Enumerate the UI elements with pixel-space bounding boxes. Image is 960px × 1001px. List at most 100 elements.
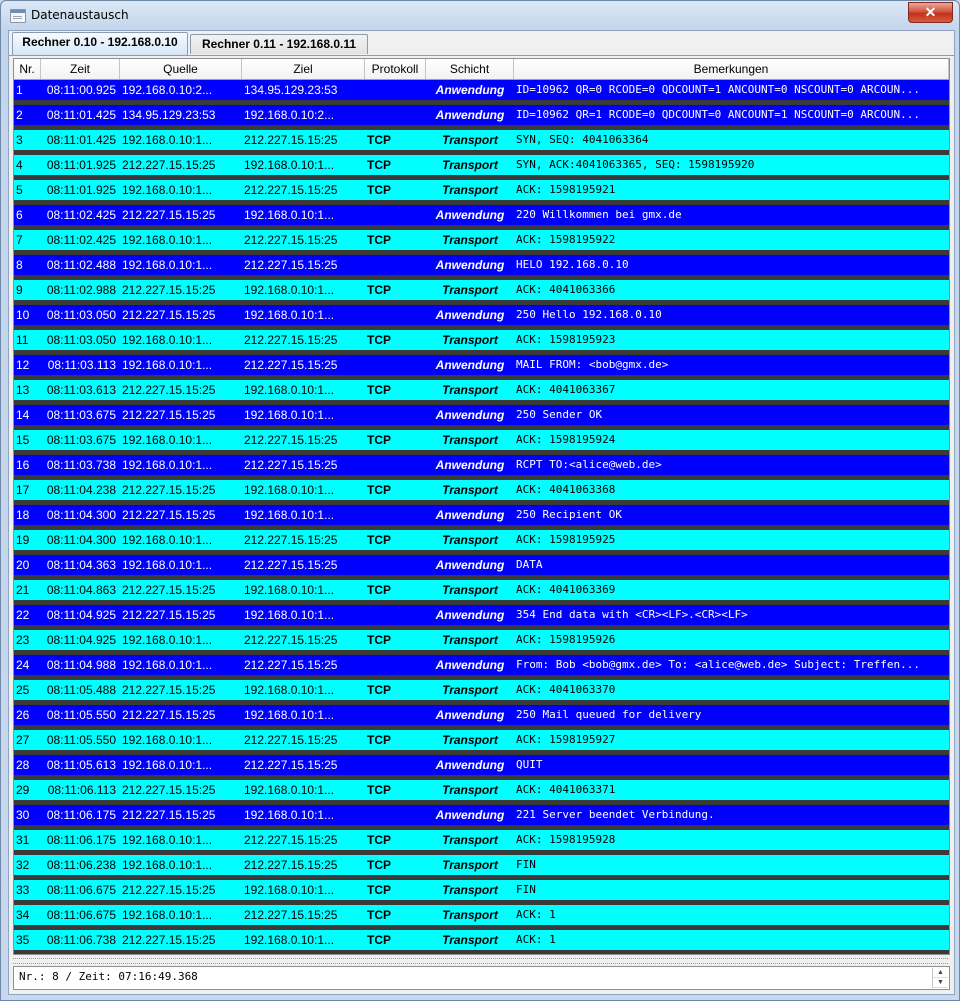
- table-row[interactable]: 12 08:11:03.113 192.168.0.10:1... 212.227.1…: [14, 355, 949, 380]
- table-row[interactable]: 34 08:11:06.675 192.168.0.10:1... 212.227.1…: [14, 905, 949, 930]
- table-row[interactable]: 9 08:11:02.988 212.227.15.15:25 192.168.0.1…: [14, 280, 949, 305]
- cell-bemerkung: ACK: 1598195921: [516, 183, 616, 196]
- cell-nr: 2: [16, 108, 23, 122]
- cell-ziel: 192.168.0.10:1...: [244, 683, 335, 697]
- table-row[interactable]: 29 08:11:06.113 212.227.15.15:25 192.168.0.…: [14, 780, 949, 805]
- table-row[interactable]: 2 08:11:01.425 134.95.129.23:53 192.168.0.1…: [14, 105, 949, 130]
- packet-table: Nr. Zeit Quelle Ziel Protokoll Schicht B…: [13, 58, 950, 955]
- chevron-down-icon[interactable]: ▼: [933, 978, 948, 988]
- cell-bemerkung: ACK: 1598195924: [516, 433, 616, 446]
- table-row[interactable]: 19 08:11:04.300 192.168.0.10:1... 212.227.1…: [14, 530, 949, 555]
- cell-quelle: 212.227.15.15:25: [122, 308, 216, 322]
- cell-zeit: 08:11:03.050: [46, 333, 116, 347]
- column-header-nr[interactable]: Nr.: [14, 59, 41, 79]
- table-row[interactable]: 5 08:11:01.925 192.168.0.10:1... 212.227.15…: [14, 180, 949, 205]
- column-header-schicht[interactable]: Schicht: [426, 59, 514, 79]
- column-header-quelle[interactable]: Quelle: [120, 59, 242, 79]
- table-row[interactable]: 20 08:11:04.363 192.168.0.10:1... 212.227.1…: [14, 555, 949, 580]
- cell-quelle: 192.168.0.10:1...: [122, 183, 213, 197]
- row-band: 17 08:11:04.238 212.227.15.15:25 192.168.0.…: [14, 480, 949, 500]
- table-row[interactable]: 27 08:11:05.550 192.168.0.10:1... 212.227.1…: [14, 730, 949, 755]
- cell-schicht: Transport: [442, 433, 498, 447]
- table-row[interactable]: 17 08:11:04.238 212.227.15.15:25 192.168.0.…: [14, 480, 949, 505]
- cell-bemerkung: ACK: 1598195925: [516, 533, 616, 546]
- cell-nr: 8: [16, 258, 23, 272]
- cell-zeit: 08:11:04.238: [46, 483, 116, 497]
- status-field[interactable]: Nr.: 8 / Zeit: 07:16:49.368 ▲ ▼: [13, 966, 950, 990]
- cell-schicht: Transport: [442, 733, 498, 747]
- tab-rechner-0-10[interactable]: Rechner 0.10 - 192.168.0.10: [12, 32, 188, 55]
- cell-protokoll: [365, 755, 426, 775]
- table-row[interactable]: 11 08:11:03.050 192.168.0.10:1... 212.227.1…: [14, 330, 949, 355]
- cell-protokoll: [365, 255, 426, 275]
- status-spinner[interactable]: ▲ ▼: [932, 968, 948, 988]
- cell-zeit: 08:11:05.550: [46, 708, 116, 722]
- chevron-up-icon[interactable]: ▲: [933, 968, 948, 978]
- table-row[interactable]: 3 08:11:01.425 192.168.0.10:1... 212.227.15…: [14, 130, 949, 155]
- cell-zeit: 08:11:06.675: [46, 908, 116, 922]
- cell-bemerkung: ACK: 4041063367: [516, 383, 616, 396]
- cell-bemerkung: 250 Hello 192.168.0.10: [516, 308, 662, 321]
- cell-bemerkung: ACK: 1: [516, 933, 556, 946]
- cell-quelle: 192.168.0.10:1...: [122, 908, 213, 922]
- table-row[interactable]: 7 08:11:02.425 192.168.0.10:1... 212.227.15…: [14, 230, 949, 255]
- cell-zeit: 08:11:02.425: [46, 233, 116, 247]
- table-row[interactable]: 16 08:11:03.738 192.168.0.10:1... 212.227.1…: [14, 455, 949, 480]
- column-header-bemerkungen[interactable]: Bemerkungen: [514, 59, 949, 79]
- table-row[interactable]: 23 08:11:04.925 192.168.0.10:1... 212.227.1…: [14, 630, 949, 655]
- table-row[interactable]: 32 08:11:06.238 192.168.0.10:1... 212.227.1…: [14, 855, 949, 880]
- cell-bemerkung: 250 Mail queued for delivery: [516, 708, 702, 721]
- table-row[interactable]: 4 08:11:01.925 212.227.15.15:25 192.168.0.1…: [14, 155, 949, 180]
- table-row[interactable]: 26 08:11:05.550 212.227.15.15:25 192.168.0.…: [14, 705, 949, 730]
- row-band: 23 08:11:04.925 192.168.0.10:1... 212.227.1…: [14, 630, 949, 650]
- table-row[interactable]: 33 08:11:06.675 212.227.15.15:25 192.168.0.…: [14, 880, 949, 905]
- table-row[interactable]: 30 08:11:06.175 212.227.15.15:25 192.168.0.…: [14, 805, 949, 830]
- cell-nr: 28: [16, 758, 30, 772]
- table-row[interactable]: 31 08:11:06.175 192.168.0.10:1... 212.227.1…: [14, 830, 949, 855]
- cell-protokoll: [365, 605, 426, 625]
- table-row[interactable]: 35 08:11:06.738 212.227.15.15:25 192.168.0.…: [14, 930, 949, 954]
- split-pane-divider[interactable]: [13, 958, 948, 964]
- column-header-zeit[interactable]: Zeit: [41, 59, 120, 79]
- table-row[interactable]: 13 08:11:03.613 212.227.15.15:25 192.168.0.…: [14, 380, 949, 405]
- cell-ziel: 192.168.0.10:1...: [244, 158, 335, 172]
- table-row[interactable]: 15 08:11:03.675 192.168.0.10:1... 212.227.1…: [14, 430, 949, 455]
- row-band: 15 08:11:03.675 192.168.0.10:1... 212.227.1…: [14, 430, 949, 450]
- cell-protokoll: [365, 405, 426, 425]
- table-row[interactable]: 18 08:11:04.300 212.227.15.15:25 192.168.0.…: [14, 505, 949, 530]
- cell-bemerkung: ACK: 1598195922: [516, 233, 616, 246]
- cell-bemerkung: ACK: 4041063370: [516, 683, 616, 696]
- cell-zeit: 08:11:02.988: [46, 283, 116, 297]
- table-row[interactable]: 24 08:11:04.988 192.168.0.10:1... 212.227.1…: [14, 655, 949, 680]
- table-row[interactable]: 21 08:11:04.863 212.227.15.15:25 192.168.0.…: [14, 580, 949, 605]
- table-row[interactable]: 10 08:11:03.050 212.227.15.15:25 192.168.0.…: [14, 305, 949, 330]
- cell-quelle: 192.168.0.10:2...: [122, 83, 213, 97]
- column-header-ziel[interactable]: Ziel: [242, 59, 365, 79]
- cell-bemerkung: FIN: [516, 858, 536, 871]
- table-row[interactable]: 25 08:11:05.488 212.227.15.15:25 192.168.0.…: [14, 680, 949, 705]
- cell-zeit: 08:11:03.738: [46, 458, 116, 472]
- cell-bemerkung: ACK: 1: [516, 908, 556, 921]
- cell-protokoll: TCP: [367, 283, 391, 297]
- cell-quelle: 192.168.0.10:1...: [122, 833, 213, 847]
- close-button[interactable]: ✕: [908, 2, 953, 23]
- table-row[interactable]: 14 08:11:03.675 212.227.15.15:25 192.168.0.…: [14, 405, 949, 430]
- cell-protokoll: [365, 655, 426, 675]
- table-row[interactable]: 28 08:11:05.613 192.168.0.10:1... 212.227.1…: [14, 755, 949, 780]
- cell-ziel: 212.227.15.15:25: [244, 633, 338, 647]
- row-band: 22 08:11:04.925 212.227.15.15:25 192.168.0.…: [14, 605, 949, 625]
- row-band: 24 08:11:04.988 192.168.0.10:1... 212.227.1…: [14, 655, 949, 675]
- title-bar[interactable]: Datenaustausch ✕: [1, 1, 959, 29]
- row-band: 16 08:11:03.738 192.168.0.10:1... 212.227.1…: [14, 455, 949, 475]
- column-header-protokoll[interactable]: Protokoll: [365, 59, 426, 79]
- tab-rechner-0-11[interactable]: Rechner 0.11 - 192.168.0.11: [190, 34, 368, 54]
- table-row[interactable]: 1 08:11:00.925 192.168.0.10:2... 134.95.129…: [14, 80, 949, 105]
- table-row[interactable]: 6 08:11:02.425 212.227.15.15:25 192.168.0.1…: [14, 205, 949, 230]
- table-row[interactable]: 8 08:11:02.488 192.168.0.10:1... 212.227.15…: [14, 255, 949, 280]
- cell-zeit: 08:11:00.925: [46, 83, 116, 97]
- table-row[interactable]: 22 08:11:04.925 212.227.15.15:25 192.168.0.…: [14, 605, 949, 630]
- cell-quelle: 192.168.0.10:1...: [122, 333, 213, 347]
- cell-zeit: 08:11:02.425: [46, 208, 116, 222]
- cell-nr: 5: [16, 183, 23, 197]
- row-band: 14 08:11:03.675 212.227.15.15:25 192.168.0.…: [14, 405, 949, 425]
